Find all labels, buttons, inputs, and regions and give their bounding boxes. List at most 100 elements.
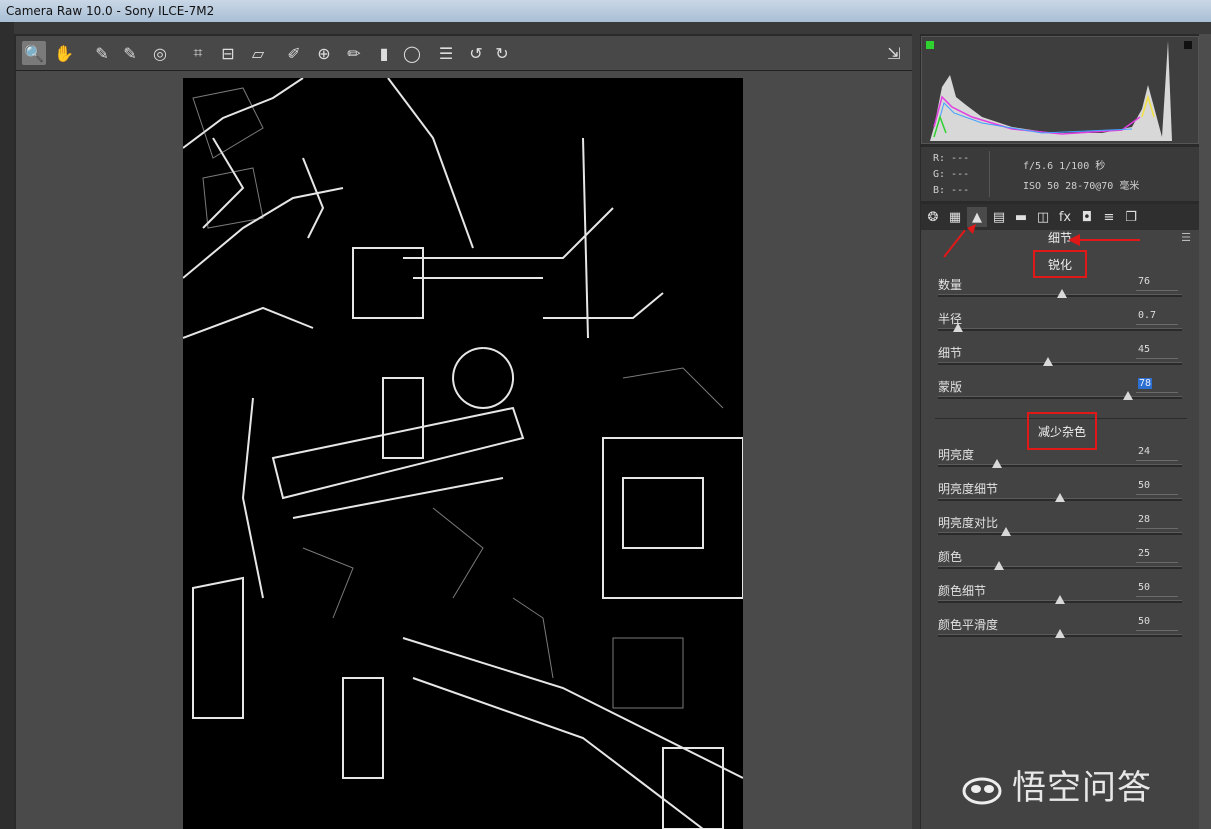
detail-slider-track[interactable] xyxy=(938,362,1182,365)
watermark-logo-icon xyxy=(962,777,1002,805)
highlight-clipping-icon[interactable] xyxy=(1184,41,1192,49)
color-slider-row: 颜色 25 xyxy=(938,548,1184,582)
masking-value-text: 78 xyxy=(1138,378,1153,389)
transform-icon[interactable]: ▱ xyxy=(246,41,270,65)
luminance-slider-row: 明亮度 24 xyxy=(938,446,1184,480)
window-frame-left xyxy=(0,22,14,829)
toolbar: ⇲ 🔍 ✋ ✎ ✎ ◎ ⌗ ⊟ ▱ ✐ ⊕ ✏ ▮ ◯ ☰ ↺ ↻ xyxy=(16,36,912,71)
straighten-icon[interactable]: ⊟ xyxy=(216,41,240,65)
color-label: 颜色 xyxy=(938,550,963,564)
luminance-contrast-slider-row: 明亮度对比 28 xyxy=(938,514,1184,548)
color-smoothness-slider-thumb[interactable] xyxy=(1055,629,1065,638)
color-smoothness-label: 颜色平滑度 xyxy=(938,618,999,632)
basic-icon[interactable]: ❂ xyxy=(923,207,943,227)
detail-label: 细节 xyxy=(938,346,963,360)
camera-info: R: --- G: --- B: --- f/5.6 1/100 秒 ISO 5… xyxy=(921,147,1199,201)
panel-menu-icon[interactable]: ☰ xyxy=(1181,231,1191,244)
rgb-readout: R: --- G: --- B: --- xyxy=(933,151,969,199)
fullscreen-icon[interactable]: ⇲ xyxy=(882,41,906,65)
color-sampler-icon[interactable]: ✎ xyxy=(118,41,142,65)
info-divider xyxy=(989,151,990,197)
radius-value-field[interactable]: 0.7 xyxy=(1136,310,1178,325)
window-title: Camera Raw 10.0 - Sony ILCE-7M2 xyxy=(6,4,215,18)
preferences-icon[interactable]: ☰ xyxy=(434,41,458,65)
hand-icon[interactable]: ✋ xyxy=(52,41,76,65)
masking-label: 蒙版 xyxy=(938,380,963,394)
color-detail-slider-row: 颜色细节 50 xyxy=(938,582,1184,616)
color-value-field[interactable]: 25 xyxy=(1136,548,1178,563)
color-slider-track[interactable] xyxy=(938,566,1182,569)
detail-slider-thumb[interactable] xyxy=(1043,357,1053,366)
watermark-text: 悟空问答 xyxy=(1012,768,1152,808)
annotation-arrowhead-tab xyxy=(967,224,976,234)
color-slider-thumb[interactable] xyxy=(994,561,1004,570)
masking-value-field[interactable]: 78 xyxy=(1136,378,1178,393)
luminance-contrast-slider-thumb[interactable] xyxy=(1001,527,1011,536)
radius-slider-track[interactable] xyxy=(938,328,1182,331)
luminance-detail-value-field[interactable]: 50 xyxy=(1136,480,1178,495)
window-title-bar: Camera Raw 10.0 - Sony ILCE-7M2 xyxy=(0,0,1211,22)
window-frame-top xyxy=(0,22,1211,34)
noise-reduction-heading-label: 减少杂色 xyxy=(1037,424,1086,439)
rotate-cw-icon[interactable]: ↻ xyxy=(490,41,514,65)
amount-label: 数量 xyxy=(938,278,963,292)
masking-slider-thumb[interactable] xyxy=(1123,391,1133,400)
lens-info: ISO 50 28-70@70 毫米 xyxy=(1023,181,1140,192)
lens-corrections-icon[interactable]: ◫ xyxy=(1033,207,1053,227)
sharpening-heading: 锐化 xyxy=(1033,250,1087,278)
noise-reduction-heading: 减少杂色 xyxy=(1027,412,1097,450)
blue-readout: B: --- xyxy=(933,185,970,196)
color-smoothness-value-field[interactable]: 50 xyxy=(1136,616,1178,631)
color-detail-slider-thumb[interactable] xyxy=(1055,595,1065,604)
exif-info: f/5.6 1/100 秒 ISO 50 28-70@70 毫米 xyxy=(1023,157,1139,197)
luminance-label: 明亮度 xyxy=(938,448,975,462)
zoom-icon[interactable]: 🔍 xyxy=(22,41,46,65)
amount-slider-row: 数量 76 xyxy=(938,276,1184,310)
luminance-detail-slider-thumb[interactable] xyxy=(1055,493,1065,502)
detail-value-field[interactable]: 45 xyxy=(1136,344,1178,359)
hsl-icon[interactable]: ▤ xyxy=(989,207,1009,227)
graduated-filter-icon[interactable]: ▮ xyxy=(372,41,396,65)
effects-icon[interactable]: fx xyxy=(1055,207,1075,227)
amount-slider-thumb[interactable] xyxy=(1057,289,1067,298)
red-readout: R: --- xyxy=(933,153,970,164)
shadow-clipping-icon[interactable] xyxy=(926,41,934,49)
panel-separator xyxy=(912,34,920,829)
luminance-detail-slider-row: 明亮度细节 50 xyxy=(938,480,1184,514)
edge-detail-image xyxy=(183,78,743,829)
radius-slider-thumb[interactable] xyxy=(953,323,963,332)
spot-removal-icon[interactable]: ✐ xyxy=(282,41,306,65)
luminance-contrast-slider-track[interactable] xyxy=(938,532,1182,535)
luminance-detail-label: 明亮度细节 xyxy=(938,482,999,496)
split-toning-icon[interactable]: ▬ xyxy=(1011,207,1031,227)
photo-preview[interactable] xyxy=(183,78,743,829)
camera-calibration-icon[interactable]: ◘ xyxy=(1077,207,1097,227)
masking-slider-track[interactable] xyxy=(938,396,1182,399)
luminance-contrast-value-field[interactable]: 28 xyxy=(1136,514,1178,529)
color-smoothness-slider-row: 颜色平滑度 50 xyxy=(938,616,1184,650)
panel-edge xyxy=(1199,34,1211,829)
sharpening-heading-label: 锐化 xyxy=(1047,257,1072,272)
presets-icon[interactable]: ≡ xyxy=(1099,207,1119,227)
amount-value-field[interactable]: 76 xyxy=(1136,276,1178,291)
adjustment-brush-icon[interactable]: ✏ xyxy=(342,41,366,65)
rotate-ccw-icon[interactable]: ↺ xyxy=(464,41,488,65)
white-balance-icon[interactable]: ✎ xyxy=(90,41,114,65)
exposure-info: f/5.6 1/100 秒 xyxy=(1023,161,1106,172)
detail-panel: 细节 ☰ 锐化 数量 76 半径 0.7 细节 45 蒙版 78 减少杂色 明亮度 24 明亮度细… xyxy=(921,230,1199,829)
snapshots-icon[interactable]: ❐ xyxy=(1121,207,1141,227)
detail-slider-row: 细节 45 xyxy=(938,344,1184,378)
luminance-value-field[interactable]: 24 xyxy=(1136,446,1178,461)
luminance-slider-track[interactable] xyxy=(938,464,1182,467)
luminance-slider-thumb[interactable] xyxy=(992,459,1002,468)
annotation-arrow-title xyxy=(1078,239,1140,241)
targeted-adjustment-icon[interactable]: ◎ xyxy=(148,41,172,65)
histogram-graph xyxy=(926,41,1192,141)
green-readout: G: --- xyxy=(933,169,970,180)
radial-filter-icon[interactable]: ◯ xyxy=(400,41,424,65)
masking-slider-row: 蒙版 78 xyxy=(938,378,1184,412)
crop-icon[interactable]: ⌗ xyxy=(186,41,210,65)
radius-slider-row: 半径 0.7 xyxy=(938,310,1184,344)
color-detail-value-field[interactable]: 50 xyxy=(1136,582,1178,597)
red-eye-icon[interactable]: ⊕ xyxy=(312,41,336,65)
